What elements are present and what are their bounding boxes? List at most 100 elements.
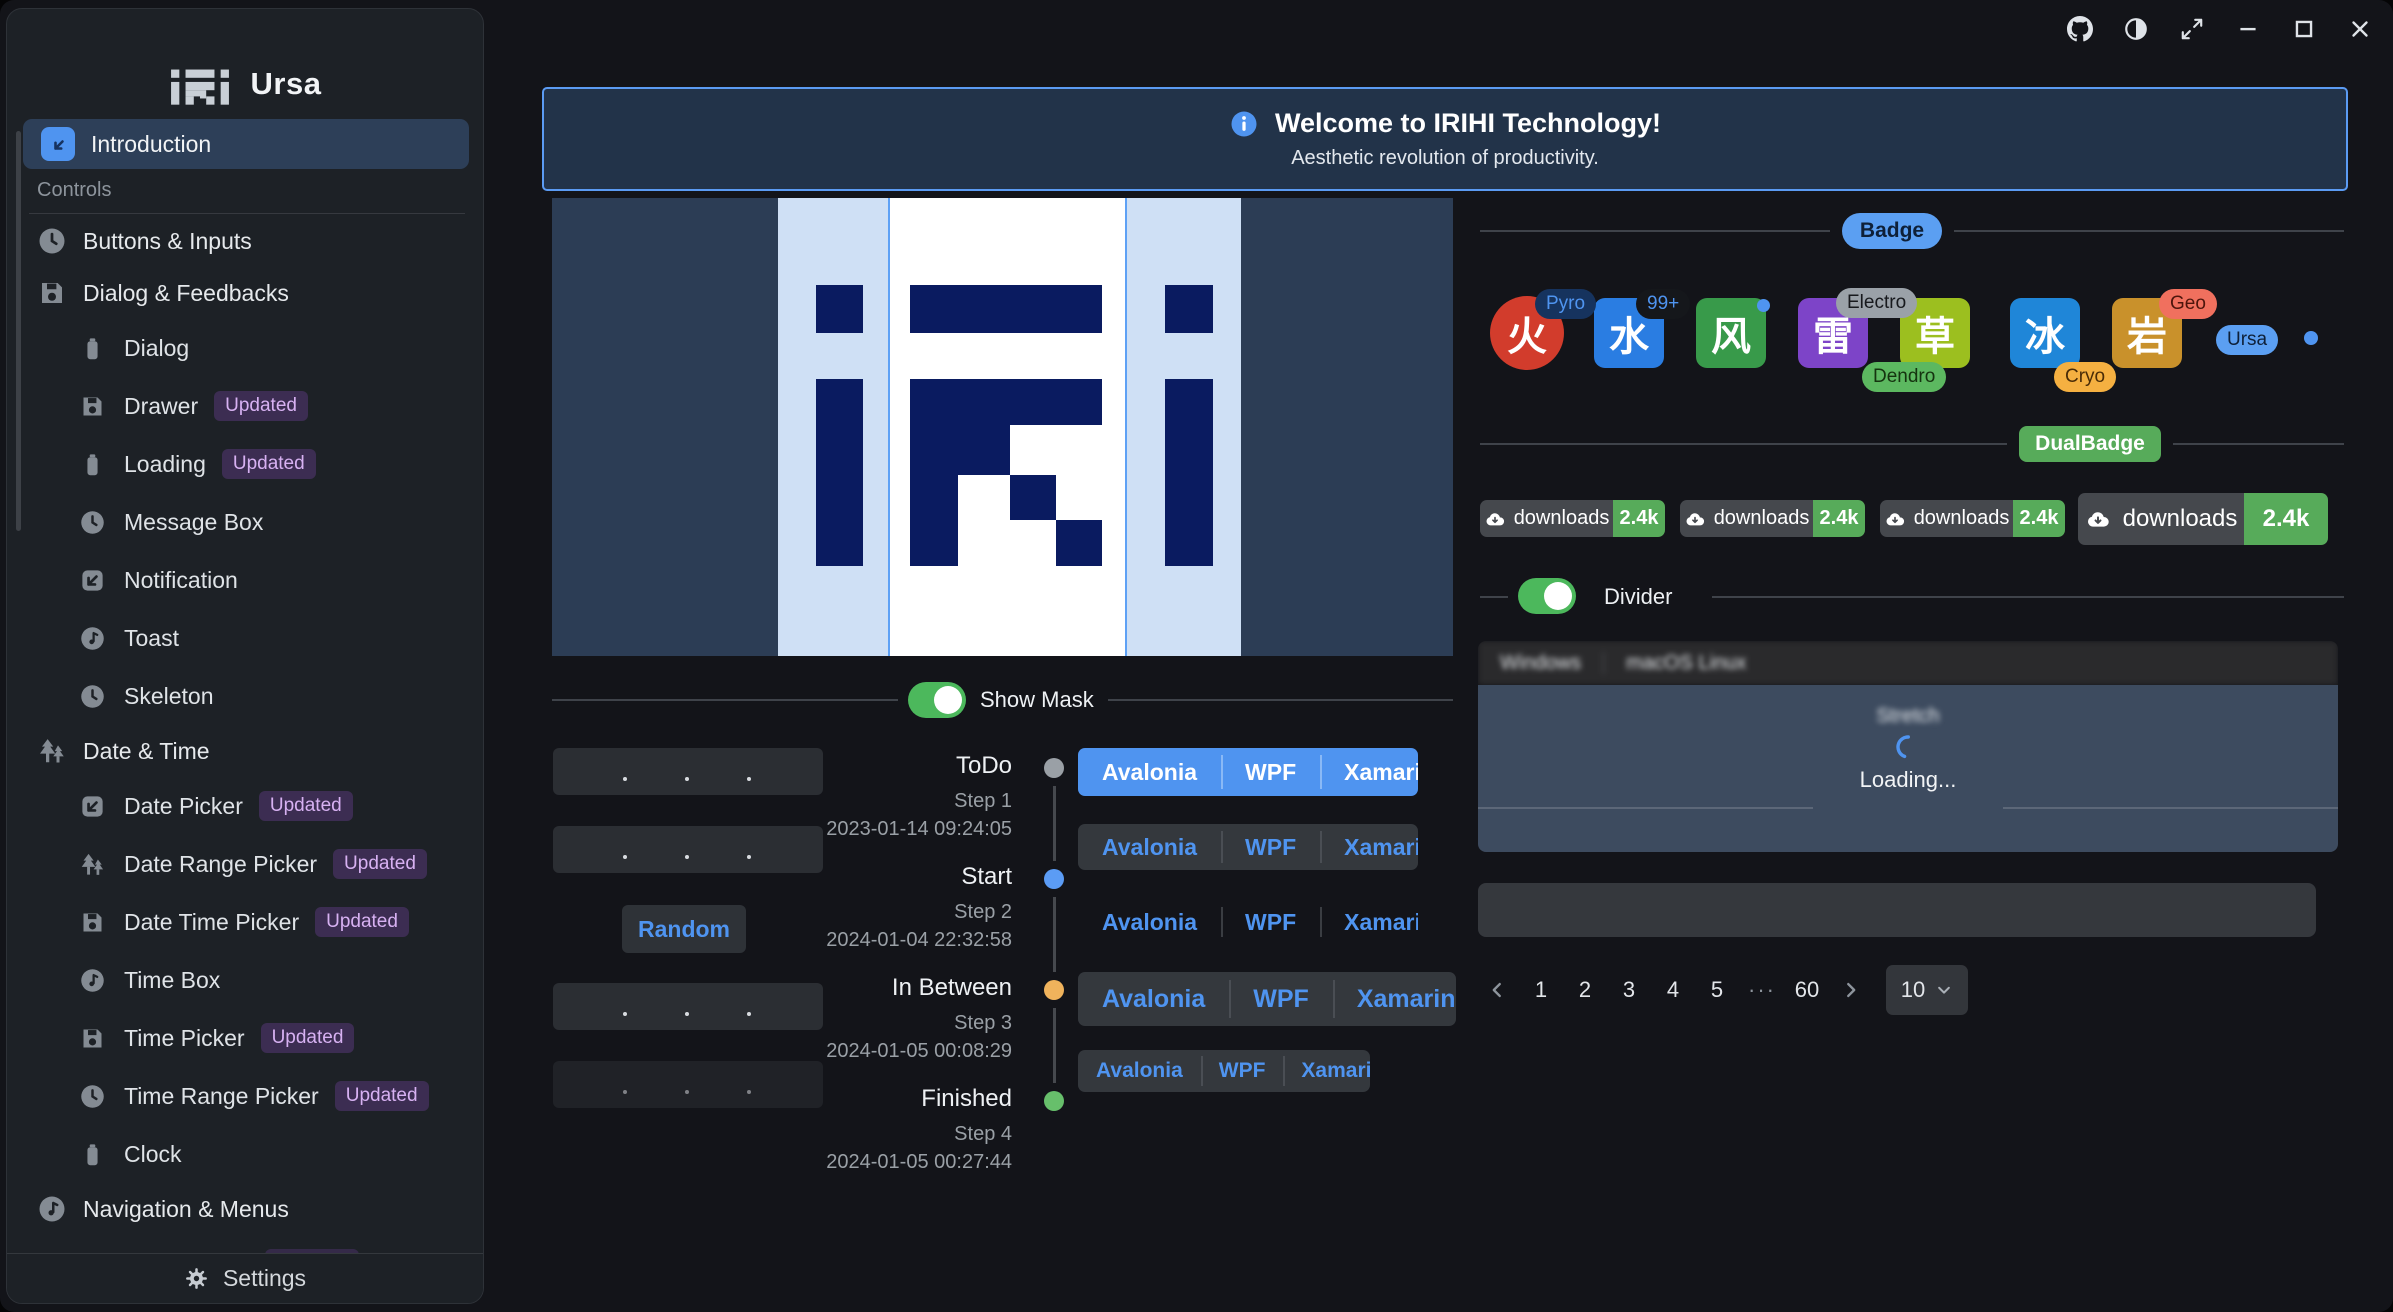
- chevron-up-icon[interactable]: [435, 280, 461, 306]
- show-mask-row: Show Mask: [552, 680, 1453, 720]
- divider-toggle[interactable]: [1518, 578, 1576, 614]
- sidebar-item-clock[interactable]: Clock: [7, 1125, 483, 1183]
- tab-windows[interactable]: Windows: [1478, 652, 1603, 675]
- electro-badge: Electro: [1836, 288, 1917, 318]
- updated-badge: Updated: [335, 1081, 429, 1111]
- clock-icon: [79, 1083, 106, 1110]
- updated-badge: Updated: [222, 449, 316, 479]
- loading-panel: Windows macOS Linux Stretch Loading...: [1478, 641, 2338, 852]
- clock-icon: [37, 226, 67, 256]
- random-button[interactable]: Random: [622, 905, 746, 953]
- theme-toggle-icon[interactable]: [2121, 14, 2151, 44]
- wpf-button[interactable]: WPF: [1221, 824, 1320, 870]
- avalonia-button[interactable]: Avalonia: [1078, 748, 1221, 796]
- sidebar-item-dialog-feedbacks[interactable]: Dialog & Feedbacks: [7, 267, 483, 319]
- sidebar-item-drawer[interactable]: Drawer Updated: [7, 377, 483, 435]
- sidebar-item-introduction[interactable]: Introduction: [23, 119, 469, 169]
- sidebar-item-date-picker[interactable]: Date Picker Updated: [7, 777, 483, 835]
- badge-section-divider: Badge: [1480, 213, 2344, 249]
- sidebar-item-date-range-picker[interactable]: Date Range Picker Updated: [7, 835, 483, 893]
- xamarin-button[interactable]: Xamarin: [1320, 824, 1418, 870]
- loading-mask-area: Stretch Loading...: [1478, 685, 2338, 852]
- battery-icon: [79, 451, 106, 478]
- page-ellipsis[interactable]: ···: [1744, 968, 1780, 1012]
- sidebar-divider: [29, 213, 465, 214]
- count-badge: 99+: [1636, 289, 1690, 319]
- wpf-button[interactable]: WPF: [1221, 748, 1320, 796]
- avalonia-button[interactable]: Avalonia: [1078, 1050, 1201, 1092]
- xamarin-button[interactable]: Xamarin: [1283, 1050, 1370, 1092]
- page-4[interactable]: 4: [1656, 968, 1690, 1012]
- wpf-button[interactable]: WPF: [1221, 900, 1320, 944]
- banner-title: Welcome to IRIHI Technology!: [1275, 108, 1661, 139]
- dendro-badge: Dendro: [1862, 362, 1946, 392]
- sidebar-item-time-box[interactable]: Time Box: [7, 951, 483, 1009]
- xamarin-button[interactable]: Xamarin: [1333, 972, 1456, 1026]
- chevron-down-icon[interactable]: [435, 228, 461, 254]
- page-last[interactable]: 60: [1790, 968, 1824, 1012]
- battery-icon: [79, 335, 106, 362]
- sidebar-item-notification[interactable]: Notification: [7, 551, 483, 609]
- sidebar-item-navigation-menus[interactable]: Navigation & Menus: [7, 1183, 483, 1235]
- avalonia-button[interactable]: Avalonia: [1078, 824, 1221, 870]
- avalonia-button[interactable]: Avalonia: [1078, 900, 1221, 944]
- logo-left-dot: [816, 285, 863, 333]
- page-5[interactable]: 5: [1700, 968, 1734, 1012]
- page-size-select[interactable]: 10: [1886, 965, 1968, 1015]
- sidebar-item-buttons-inputs[interactable]: Buttons & Inputs: [7, 215, 483, 267]
- sidebar-item-loading[interactable]: Loading Updated: [7, 435, 483, 493]
- avalonia-button[interactable]: Avalonia: [1078, 972, 1229, 1026]
- page-next-button[interactable]: [1834, 968, 1868, 1012]
- minimize-button[interactable]: [2233, 14, 2263, 44]
- masked-content: Stretch: [1478, 705, 2338, 728]
- show-mask-toggle[interactable]: [908, 682, 966, 718]
- step-name: ToDo: [752, 752, 1012, 780]
- sidebar-item-date-time-picker[interactable]: Date Time Picker Updated: [7, 893, 483, 951]
- expand-icon[interactable]: [2177, 14, 2207, 44]
- updated-badge: Updated: [259, 791, 353, 821]
- page-3[interactable]: 3: [1612, 968, 1646, 1012]
- sidebar-item-skeleton[interactable]: Skeleton: [7, 667, 483, 725]
- step-dot-inbetween: [1044, 980, 1064, 1000]
- step-sub: Step 2: [752, 901, 1012, 924]
- sidebar-item-time-range-picker[interactable]: Time Range Picker Updated: [7, 1067, 483, 1125]
- settings-button[interactable]: Settings: [7, 1253, 483, 1303]
- step-time: 2024-01-05 00:08:29: [752, 1040, 1012, 1063]
- step-dot-todo: [1044, 758, 1064, 778]
- app-logo: Ursa: [7, 61, 483, 107]
- logo-right-dot: [1165, 285, 1213, 333]
- sidebar-item-toast[interactable]: Toast: [7, 609, 483, 667]
- wpf-button[interactable]: WPF: [1201, 1050, 1284, 1092]
- empty-text-input[interactable]: [1478, 883, 2316, 937]
- step-name: In Between: [752, 974, 1012, 1002]
- page-1[interactable]: 1: [1524, 968, 1558, 1012]
- maximize-button[interactable]: [2289, 14, 2319, 44]
- sidebar-item-date-time[interactable]: Date & Time: [7, 725, 483, 777]
- tile-anemo: 风: [1696, 298, 1766, 368]
- chevron-up-icon[interactable]: [435, 1196, 461, 1222]
- wpf-button[interactable]: WPF: [1229, 972, 1333, 1026]
- page-2[interactable]: 2: [1568, 968, 1602, 1012]
- page-prev-button[interactable]: [1480, 968, 1514, 1012]
- tab-macos-linux[interactable]: macOS Linux: [1604, 652, 1768, 675]
- xamarin-button[interactable]: Xamarin: [1320, 748, 1418, 796]
- chevron-up-icon[interactable]: [435, 738, 461, 764]
- floppy-icon: [79, 393, 106, 420]
- gear-icon: [184, 1266, 209, 1291]
- loading-spinner-icon: [1894, 733, 1922, 761]
- close-button[interactable]: [2345, 14, 2375, 44]
- music-note-icon: [79, 625, 106, 652]
- github-icon[interactable]: [2065, 14, 2095, 44]
- dual-badge: downloads 2.4k: [1680, 500, 1865, 537]
- sidebar-item-message-box[interactable]: Message Box: [7, 493, 483, 551]
- music-note-icon: [79, 967, 106, 994]
- xamarin-button[interactable]: Xamarin: [1320, 900, 1418, 944]
- iri-hero-image: [552, 198, 1453, 656]
- sidebar-item-time-picker[interactable]: Time Picker Updated: [7, 1009, 483, 1067]
- clock-icon: [79, 509, 106, 536]
- logo-left-bar: [816, 379, 863, 566]
- floppy-icon: [37, 278, 67, 308]
- sidebar-item-dialog[interactable]: Dialog: [7, 319, 483, 377]
- clock-icon: [79, 683, 106, 710]
- battery-icon: [79, 1141, 106, 1168]
